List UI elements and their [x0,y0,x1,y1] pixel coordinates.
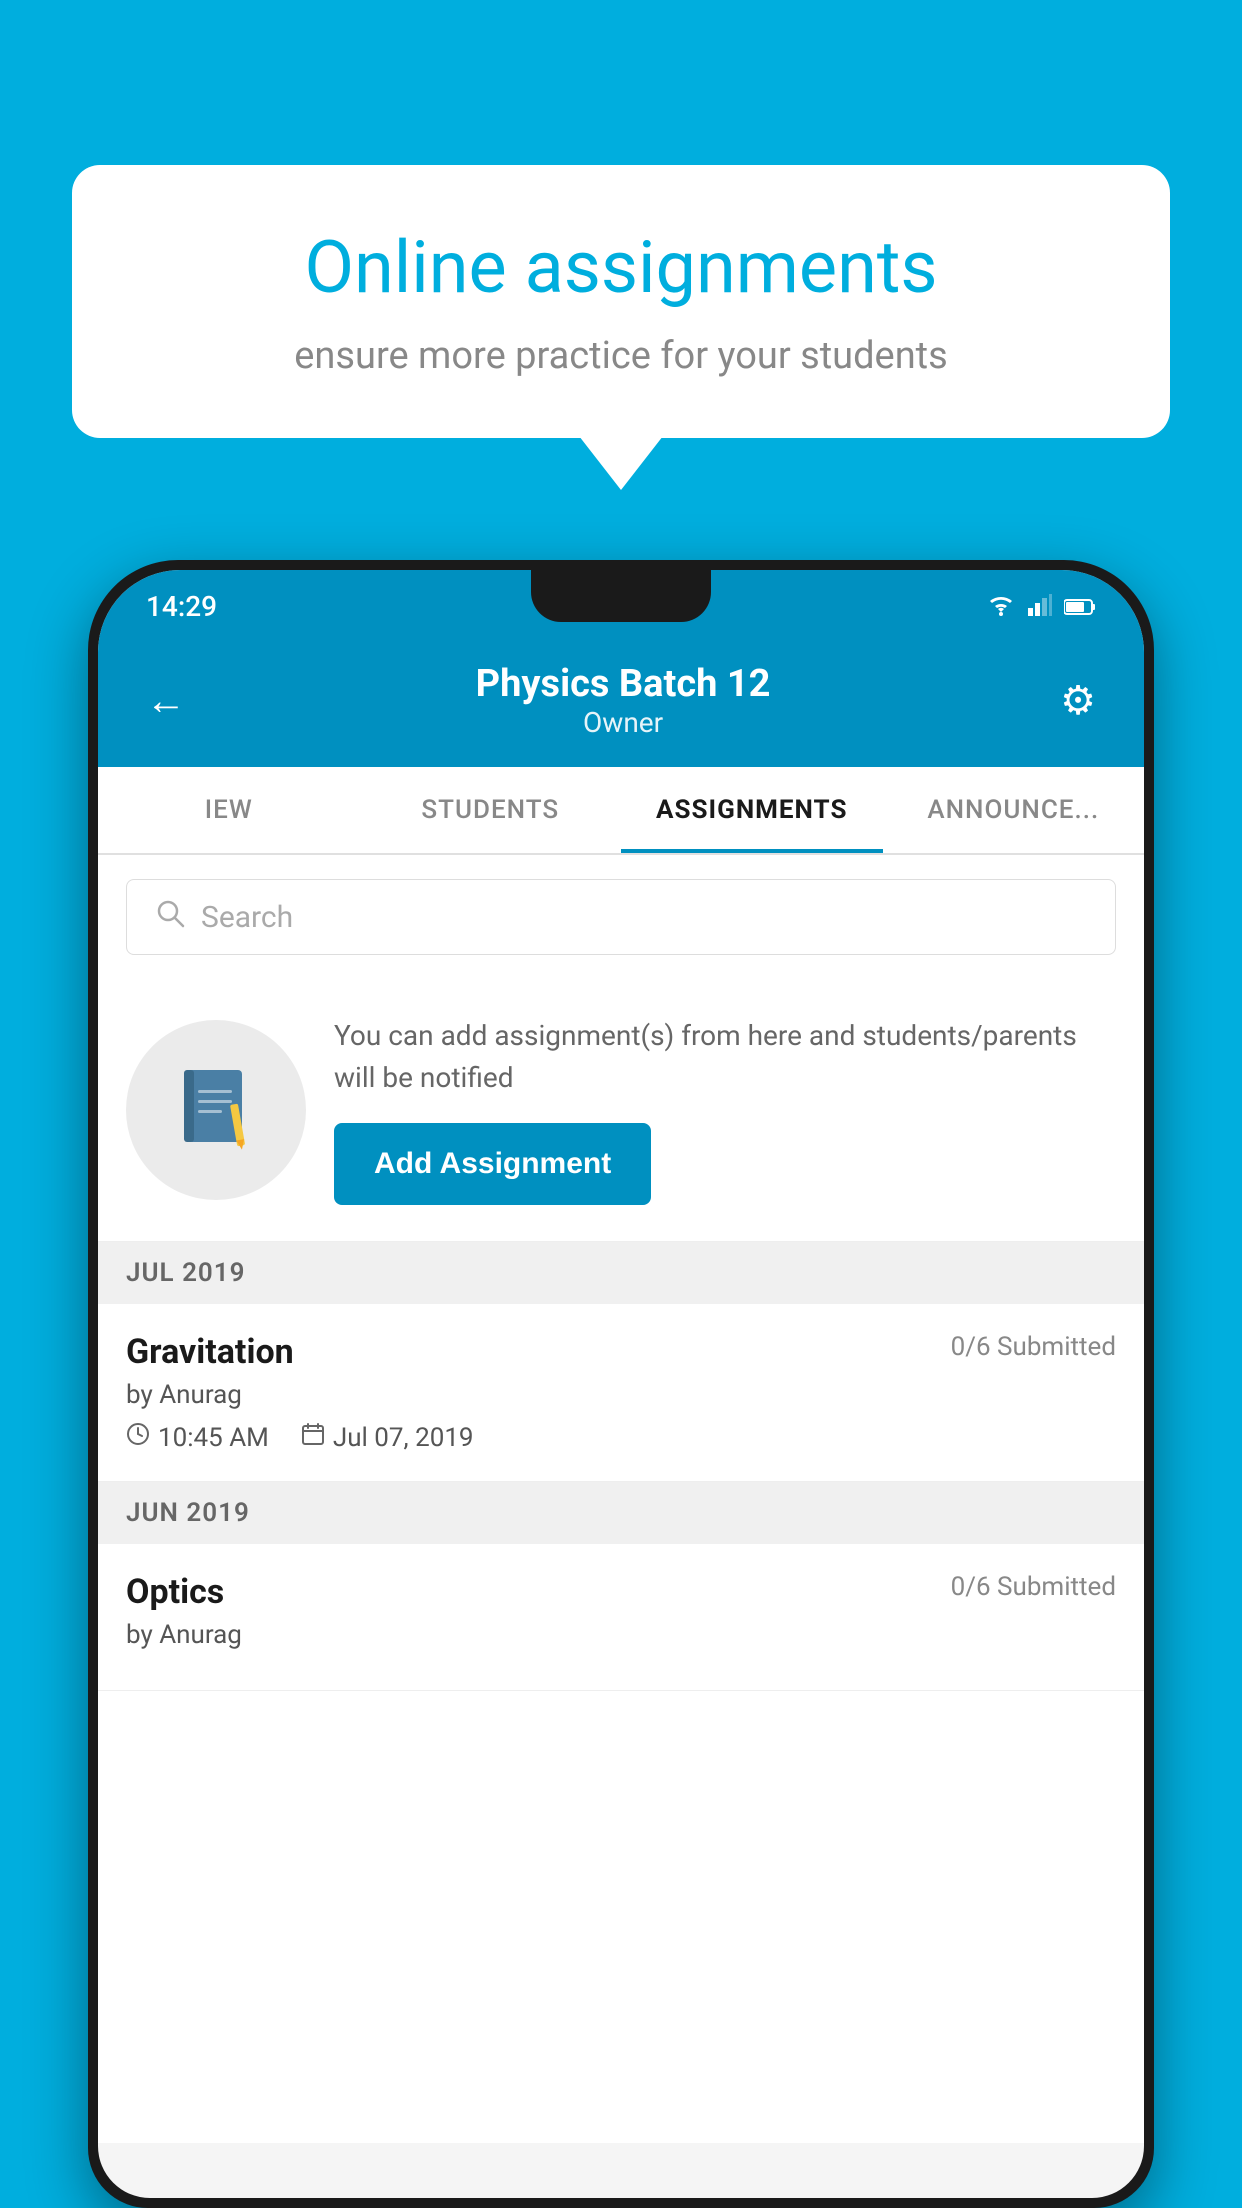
add-assignment-button[interactable]: Add Assignment [334,1123,651,1205]
phone-frame: 14:29 [88,560,1154,2208]
add-assignment-section: You can add assignment(s) from here and … [98,979,1144,1242]
battery-icon [1064,590,1096,623]
status-icons [986,590,1096,623]
wifi-icon [986,590,1016,623]
clock-icon [126,1422,150,1453]
assignment-submitted-optics: 0/6 Submitted [951,1572,1116,1602]
add-assignment-description: You can add assignment(s) from here and … [334,1015,1116,1099]
assignment-time: 10:45 AM [126,1422,269,1453]
search-bar[interactable]: Search [126,879,1116,955]
assignment-meta: 10:45 AM Jul 07, 2019 [126,1422,1116,1453]
assignment-by: by Anurag [126,1380,1116,1410]
assignment-submitted: 0/6 Submitted [951,1332,1116,1362]
tab-announcements[interactable]: ANNOUNCE... [883,767,1145,853]
search-bar-container: Search [98,855,1144,979]
content-area: Search [98,855,1144,2143]
section-header-jul: JUL 2019 [98,1242,1144,1304]
tabs: IEW STUDENTS ASSIGNMENTS ANNOUNCE... [98,767,1144,855]
header-title-block: Physics Batch 12 Owner [476,662,771,739]
header-subtitle: Owner [476,706,771,739]
assignment-date-text: Jul 07, 2019 [333,1423,474,1453]
assignment-row1: Gravitation 0/6 Submitted [126,1332,1116,1372]
speech-bubble-title: Online assignments [152,225,1090,310]
tab-students[interactable]: STUDENTS [360,767,622,853]
header-title: Physics Batch 12 [476,662,771,706]
settings-button[interactable]: ⚙ [1060,677,1096,724]
assignment-date: Jul 07, 2019 [301,1422,474,1453]
speech-bubble-container: Online assignments ensure more practice … [72,165,1170,438]
search-placeholder: Search [201,900,293,935]
assignment-item-optics[interactable]: Optics 0/6 Submitted by Anurag [98,1544,1144,1691]
assignment-name: Gravitation [126,1332,294,1372]
phone-notch [531,570,711,622]
app-header: ← Physics Batch 12 Owner ⚙ [98,642,1144,767]
assignment-name-optics: Optics [126,1572,224,1612]
assignment-row1-optics: Optics 0/6 Submitted [126,1572,1116,1612]
add-assignment-right: You can add assignment(s) from here and … [334,1015,1116,1205]
phone-screen: 14:29 [98,570,1144,2198]
speech-bubble-subtitle: ensure more practice for your students [152,334,1090,378]
assignment-item-gravitation[interactable]: Gravitation 0/6 Submitted by Anurag [98,1304,1144,1482]
section-header-jun: JUN 2019 [98,1482,1144,1544]
status-time: 14:29 [146,590,217,623]
assignment-time-text: 10:45 AM [158,1423,269,1453]
assignment-by-optics: by Anurag [126,1620,1116,1650]
assignment-icon-circle [126,1020,306,1200]
search-icon [155,898,185,936]
tab-iew[interactable]: IEW [98,767,360,853]
notebook-icon [171,1065,261,1155]
speech-bubble: Online assignments ensure more practice … [72,165,1170,438]
calendar-icon [301,1422,325,1453]
tab-assignments[interactable]: ASSIGNMENTS [621,767,883,853]
signal-icon [1028,590,1052,623]
back-button[interactable]: ← [146,677,186,724]
